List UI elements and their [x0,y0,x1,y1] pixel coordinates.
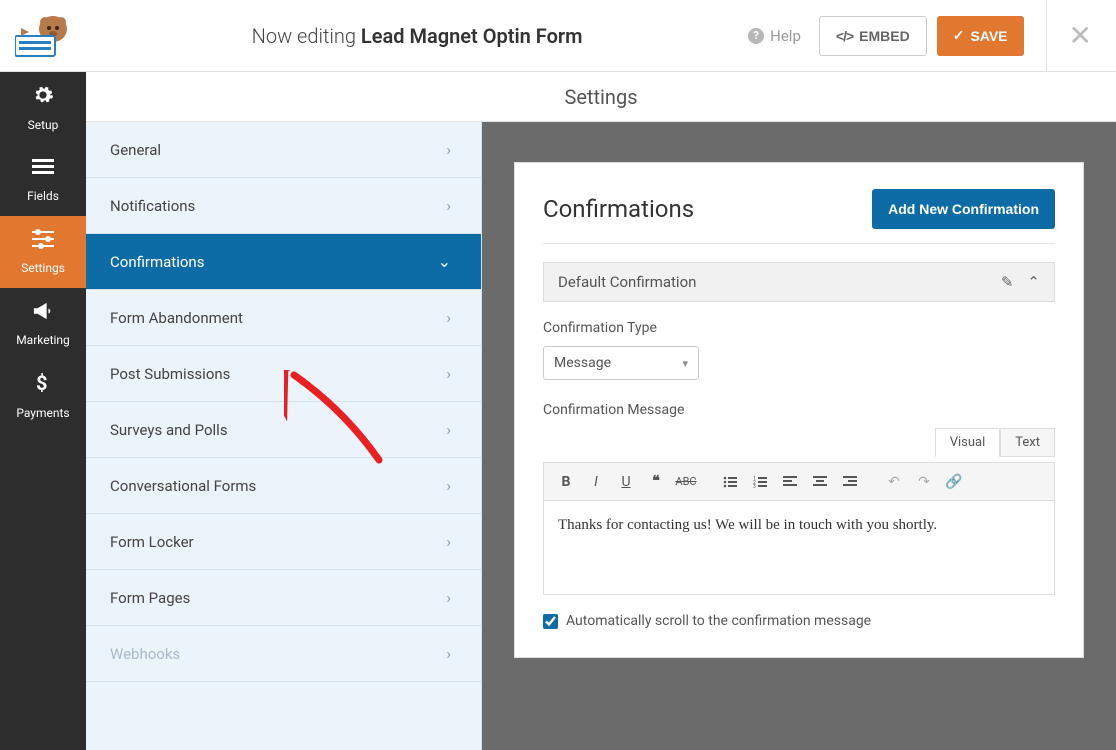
blockquote-button[interactable]: ❝ [642,468,670,496]
redo-button[interactable]: ↷ [910,468,938,496]
app-logo [0,0,86,72]
settings-menu: General›Notifications›Confirmations⌄Form… [86,122,482,750]
megaphone-icon [32,301,54,327]
bullet-list-button[interactable] [716,468,744,496]
editor-toolbar: B I U ❝ ABC 123 [544,463,1054,501]
chevron-icon: › [446,196,451,215]
align-left-button[interactable] [776,468,804,496]
link-button[interactable]: 🔗 [940,468,968,496]
bold-button[interactable]: B [552,468,580,496]
settings-item-form-locker[interactable]: Form Locker› [86,514,481,570]
align-right-button[interactable] [836,468,864,496]
accordion-header[interactable]: Default Confirmation ✎ ⌃ [543,262,1055,302]
help-icon: ? [748,28,764,44]
rail-payments[interactable]: $Payments [0,360,86,432]
collapse-icon[interactable]: ⌃ [1027,273,1040,291]
svg-text:$: $ [36,372,47,394]
strikethrough-button[interactable]: ABC [672,468,700,496]
type-select[interactable]: Message ▾ [543,346,699,380]
gear-icon [32,84,54,112]
svg-text:3: 3 [753,484,756,488]
settings-item-post-submissions[interactable]: Post Submissions› [86,346,481,402]
close-button[interactable]: ✕ [1046,0,1096,72]
dollar-icon: $ [36,372,50,400]
settings-item-general[interactable]: General› [86,122,481,178]
rail-fields[interactable]: Fields [0,144,86,216]
autoscroll-row[interactable]: Automatically scroll to the confirmation… [543,613,1055,629]
preview-canvas: Confirmations Add New Confirmation Defau… [482,122,1116,750]
add-confirmation-button[interactable]: Add New Confirmation [872,189,1055,229]
left-rail: SetupFieldsSettingsMarketing$Payments [0,72,86,750]
editing-title: Now editing Lead Magnet Optin Form [86,24,748,48]
chevron-icon: › [446,140,451,159]
tab-visual[interactable]: Visual [935,428,1001,457]
chevron-icon: › [446,588,451,607]
message-editor[interactable]: Thanks for contacting us! We will be in … [544,501,1054,594]
sliders-icon [32,229,54,255]
numbered-list-button[interactable]: 123 [746,468,774,496]
chevron-icon: ⌄ [438,252,451,271]
chevron-icon: › [446,476,451,495]
italic-button[interactable]: I [582,468,610,496]
chevron-icon: › [446,532,451,551]
settings-item-confirmations[interactable]: Confirmations⌄ [86,234,481,290]
settings-item-surveys-and-polls[interactable]: Surveys and Polls› [86,402,481,458]
save-button[interactable]: ✓ SAVE [937,16,1024,56]
autoscroll-label: Automatically scroll to the confirmation… [566,613,871,629]
check-icon: ✓ [953,27,965,44]
type-label: Confirmation Type [543,320,1055,336]
underline-button[interactable]: U [612,468,640,496]
settings-item-webhooks[interactable]: Webhooks› [86,626,481,682]
align-center-button[interactable] [806,468,834,496]
chevron-icon: › [446,420,451,439]
tab-text[interactable]: Text [1000,428,1055,457]
message-label: Confirmation Message [543,402,1055,418]
rail-setup[interactable]: Setup [0,72,86,144]
embed-button[interactable]: </> EMBED [819,16,927,56]
chevron-icon: › [446,364,451,383]
settings-item-conversational-forms[interactable]: Conversational Forms› [86,458,481,514]
settings-item-form-abandonment[interactable]: Form Abandonment› [86,290,481,346]
chevron-icon: › [446,308,451,327]
settings-item-notifications[interactable]: Notifications› [86,178,481,234]
accordion-title: Default Confirmation [558,273,696,291]
rail-settings[interactable]: Settings [0,216,86,288]
settings-item-form-pages[interactable]: Form Pages› [86,570,481,626]
help-link[interactable]: ? Help [748,27,801,45]
chevron-icon: › [446,644,451,663]
chevron-down-icon: ▾ [682,357,688,370]
section-title: Settings [86,72,1116,122]
edit-icon[interactable]: ✎ [1001,273,1014,291]
list-icon [32,158,54,183]
divider [543,243,1055,244]
rail-marketing[interactable]: Marketing [0,288,86,360]
autoscroll-checkbox[interactable] [543,614,558,629]
code-icon: </> [836,28,853,44]
confirmations-panel: Confirmations Add New Confirmation Defau… [514,162,1084,658]
panel-title: Confirmations [543,195,694,223]
undo-button[interactable]: ↶ [880,468,908,496]
